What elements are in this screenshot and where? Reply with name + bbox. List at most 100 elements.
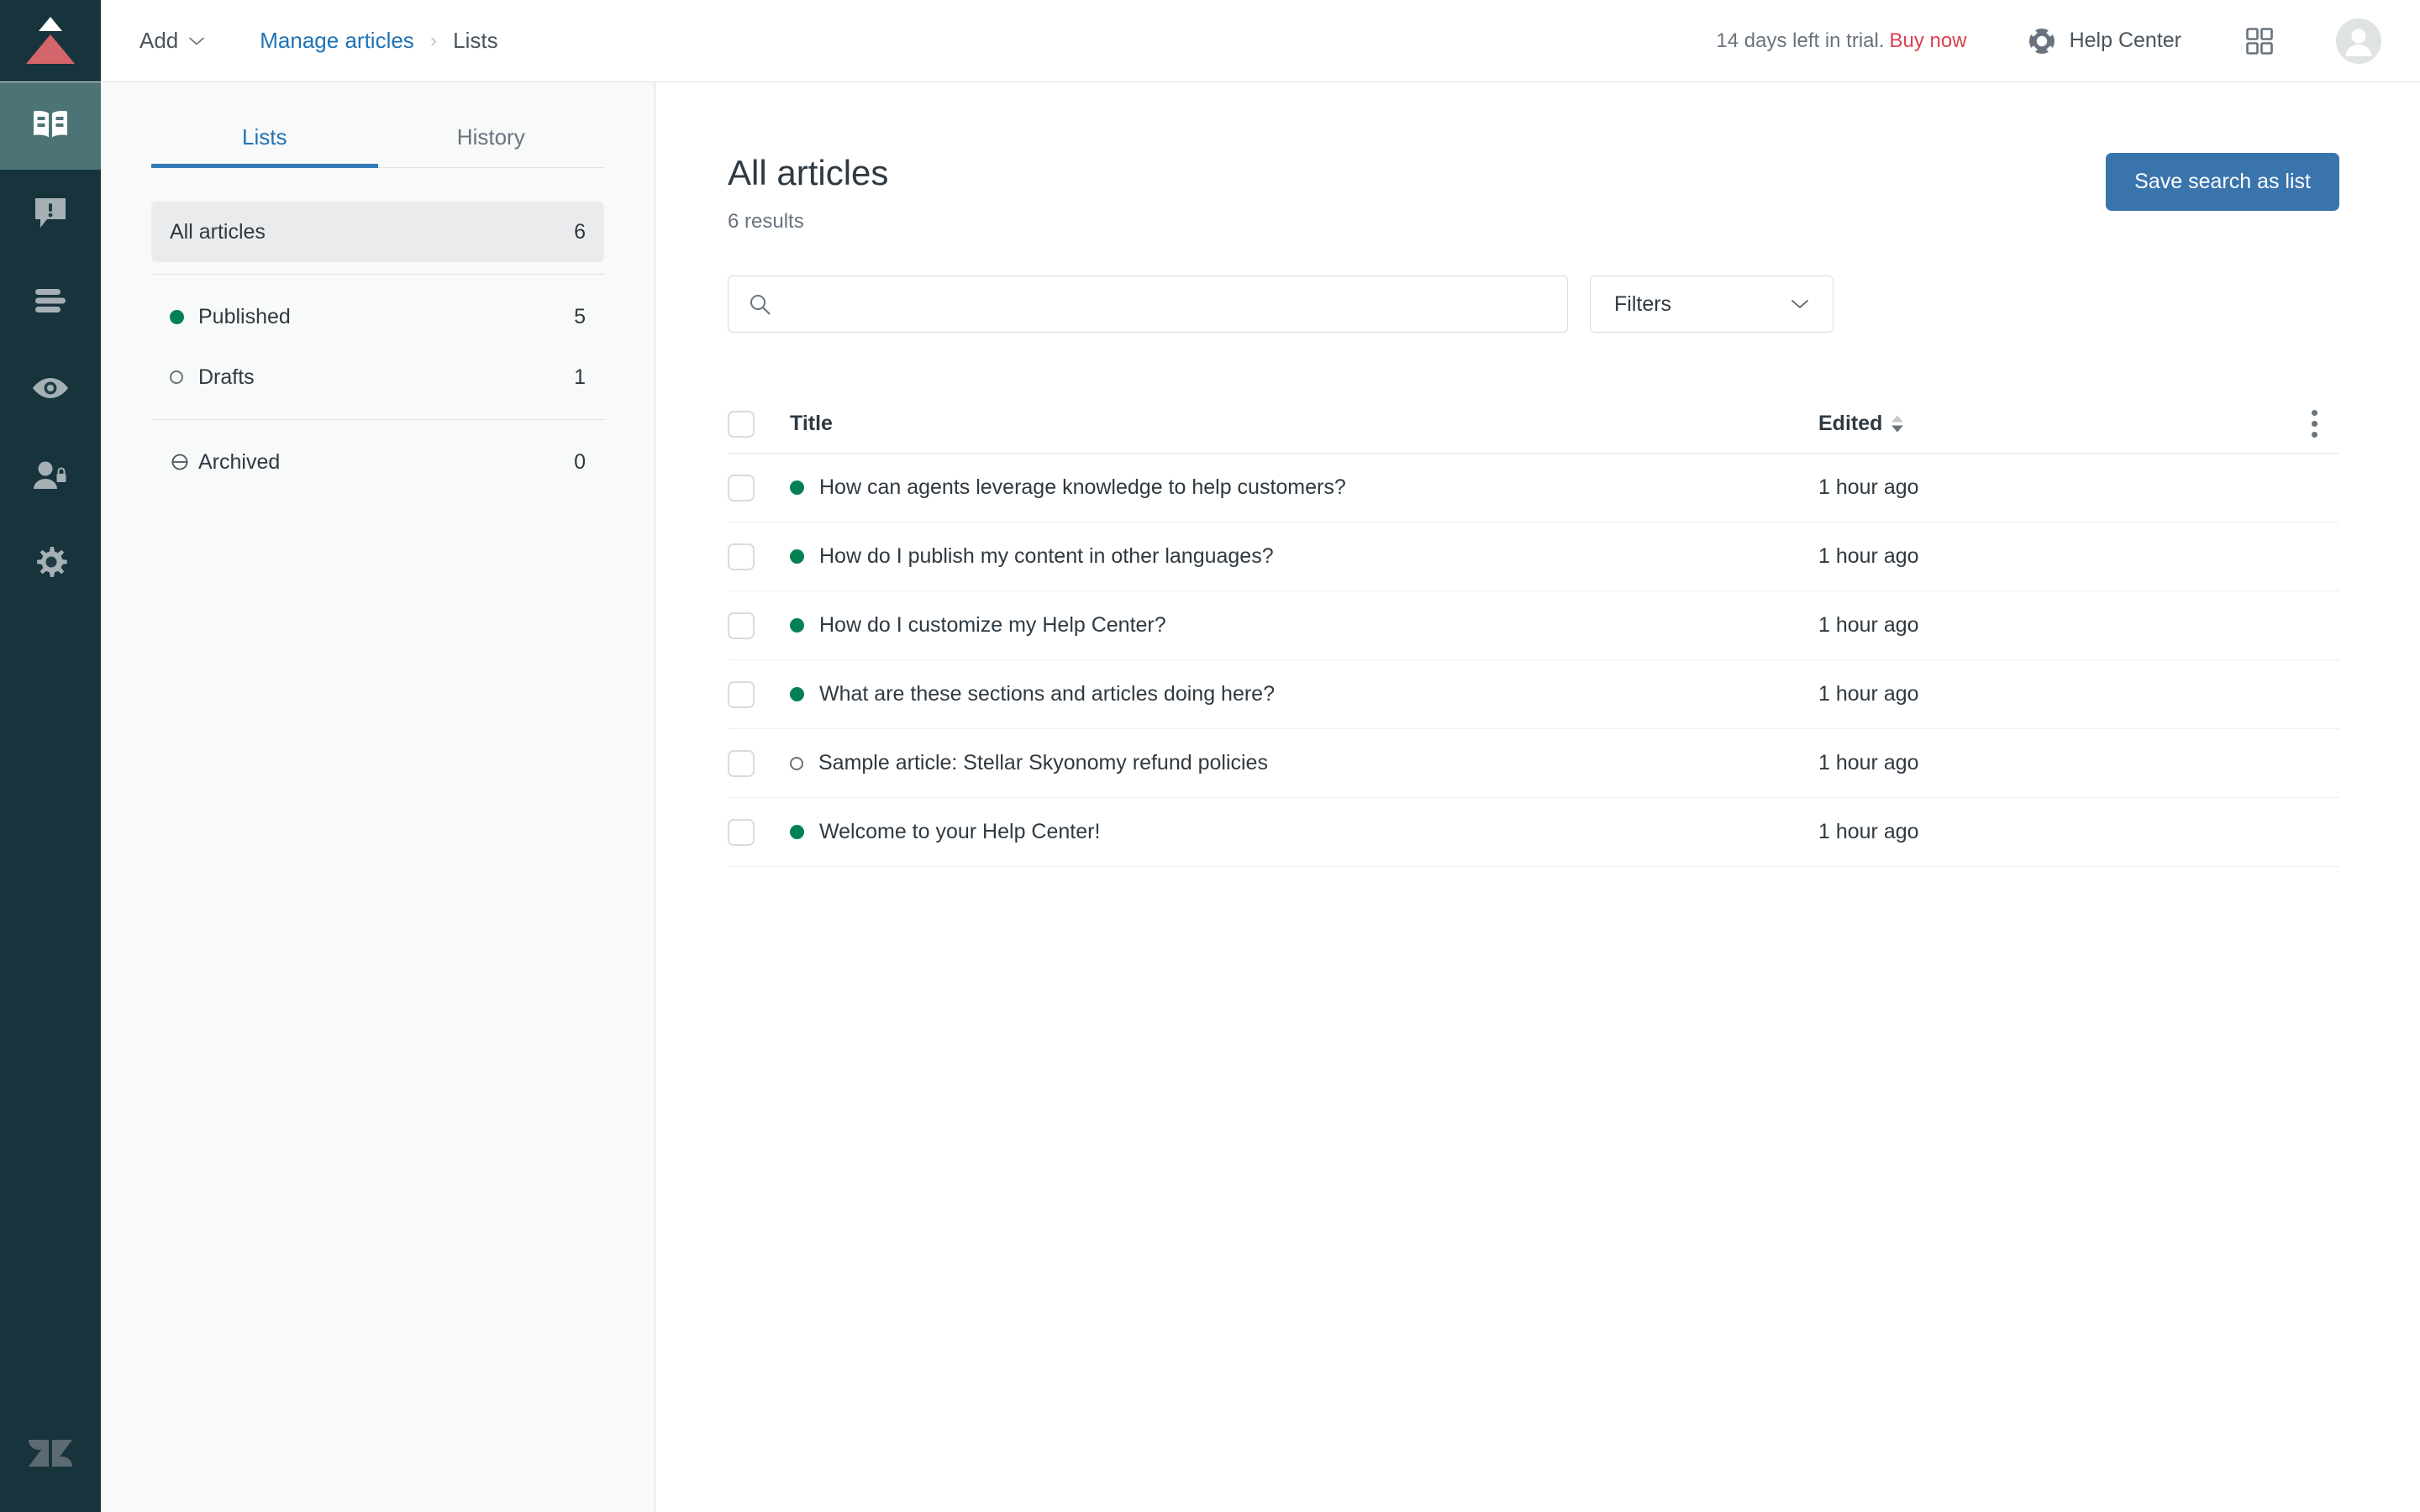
- app-body: Lists History All articles 6 Published 5: [0, 82, 2420, 1512]
- table-row[interactable]: Welcome to your Help Center! 1 hour ago: [728, 798, 2339, 868]
- kebab-menu-icon: [2311, 410, 2317, 438]
- trial-days-text: 14 days left in trial.: [1716, 29, 1885, 52]
- brand-logo-tile[interactable]: [0, 0, 101, 81]
- search-box[interactable]: [728, 276, 1568, 333]
- avatar[interactable]: [2336, 18, 2381, 64]
- main-header: All articles 6 results Save search as li…: [728, 153, 2339, 234]
- sidebar-list-published[interactable]: Published 5: [151, 286, 604, 347]
- row-select-cell: [728, 543, 790, 570]
- lists-divider-2: [151, 419, 604, 420]
- column-header-edited[interactable]: Edited: [1818, 412, 2289, 436]
- open-book-icon: [34, 111, 67, 138]
- row-title-cell[interactable]: Sample article: Stellar Skyonomy refund …: [790, 751, 1818, 775]
- article-edited-time: 1 hour ago: [1818, 544, 1919, 569]
- zendesk-guide-app: Add Manage articles › Lists 14 days left…: [0, 0, 2420, 1512]
- table-row[interactable]: What are these sections and articles doi…: [728, 660, 2339, 730]
- apps-grid-icon: [2246, 27, 2273, 55]
- eye-icon: [33, 378, 68, 398]
- row-checkbox[interactable]: [728, 680, 755, 708]
- sidebar-item-user-permissions[interactable]: [0, 432, 101, 519]
- sidebar-item-arrange-content[interactable]: [0, 257, 101, 344]
- apps-grid-button[interactable]: [2245, 27, 2274, 55]
- add-button[interactable]: Add: [136, 23, 208, 59]
- row-checkbox[interactable]: [728, 749, 755, 777]
- header-left-group: Add Manage articles › Lists: [101, 0, 498, 81]
- article-edited-time: 1 hour ago: [1818, 682, 1919, 706]
- sort-descending-arrow-icon: [1891, 425, 1904, 433]
- table-row[interactable]: How do I customize my Help Center? 1 hou…: [728, 591, 2339, 661]
- gear-icon: [37, 547, 67, 577]
- user-avatar-icon: [2345, 29, 2372, 56]
- trial-status: 14 days left in trial. Buy now: [1716, 29, 1966, 53]
- sidebar-item-knowledge[interactable]: [0, 82, 101, 170]
- article-title: How can agents leverage knowledge to hel…: [819, 475, 1346, 500]
- table-header-row: Title Edited: [728, 395, 2339, 454]
- buy-now-link[interactable]: Buy now: [1890, 29, 1967, 52]
- lists-primary-group: All articles 6: [151, 202, 604, 262]
- published-status-icon: [790, 480, 804, 496]
- main-content: All articles 6 results Save search as li…: [655, 82, 2420, 1512]
- row-edited-cell: 1 hour ago: [1818, 613, 2289, 638]
- table-options-button[interactable]: [2289, 410, 2339, 438]
- search-icon: [750, 294, 771, 315]
- published-status-icon: [790, 687, 804, 702]
- row-edited-cell: 1 hour ago: [1818, 820, 2289, 844]
- lists-sidebar-panel: Lists History All articles 6 Published 5: [101, 82, 655, 1512]
- list-item-label: Drafts: [198, 365, 255, 389]
- filters-label: Filters: [1614, 291, 1672, 316]
- lists-archive-group: Archived 0: [151, 432, 604, 492]
- list-item-count: 6: [574, 219, 586, 244]
- row-title-cell[interactable]: How do I customize my Help Center?: [790, 613, 1818, 638]
- row-title-cell[interactable]: Welcome to your Help Center!: [790, 820, 1818, 844]
- sidebar-item-announcements[interactable]: [0, 170, 101, 257]
- lists-panel-tabs: Lists History: [151, 106, 604, 168]
- sidebar-item-settings[interactable]: [0, 519, 101, 606]
- article-title: How do I customize my Help Center?: [819, 613, 1166, 638]
- save-search-as-list-button[interactable]: Save search as list: [2106, 153, 2339, 211]
- archive-circle-icon: [171, 454, 188, 470]
- table-row[interactable]: How do I publish my content in other lan…: [728, 522, 2339, 592]
- row-title-cell[interactable]: How can agents leverage knowledge to hel…: [790, 475, 1818, 500]
- row-checkbox[interactable]: [728, 474, 755, 501]
- column-header-edited-label: Edited: [1818, 412, 1883, 436]
- sidebar-list-all-articles[interactable]: All articles 6: [151, 202, 604, 262]
- row-checkbox[interactable]: [728, 543, 755, 570]
- breadcrumb-manage-articles-link[interactable]: Manage articles: [260, 28, 414, 54]
- articles-table: Title Edited How can agents leverage kno…: [728, 395, 2339, 868]
- sidebar-item-preview[interactable]: [0, 344, 101, 432]
- row-checkbox[interactable]: [728, 612, 755, 639]
- search-input[interactable]: [785, 291, 1547, 317]
- sort-arrows-icon[interactable]: [1891, 415, 1904, 433]
- table-row[interactable]: How can agents leverage knowledge to hel…: [728, 454, 2339, 523]
- alert-speech-bubble-icon: [35, 198, 66, 228]
- top-header-bar: Add Manage articles › Lists 14 days left…: [0, 0, 2420, 82]
- row-edited-cell: 1 hour ago: [1818, 475, 2289, 500]
- help-center-link[interactable]: Help Center: [2028, 27, 2181, 55]
- row-checkbox[interactable]: [728, 818, 755, 846]
- article-title: What are these sections and articles doi…: [819, 682, 1275, 706]
- lists-status-group: Published 5 Drafts 1: [151, 286, 604, 407]
- row-title-cell[interactable]: How do I publish my content in other lan…: [790, 544, 1818, 569]
- row-title-cell[interactable]: What are these sections and articles doi…: [790, 682, 1818, 706]
- row-edited-cell: 1 hour ago: [1818, 544, 2289, 569]
- list-lines-icon: [35, 289, 66, 312]
- row-select-cell: [728, 818, 790, 846]
- column-header-title[interactable]: Title: [790, 412, 1818, 436]
- sidebar-list-drafts[interactable]: Drafts 1: [151, 347, 604, 407]
- left-nav-rail: [0, 82, 101, 1512]
- row-select-cell: [728, 612, 790, 639]
- list-item-count: 1: [574, 365, 586, 389]
- list-item-count: 0: [574, 449, 586, 474]
- tab-history[interactable]: History: [378, 106, 605, 167]
- select-all-checkbox[interactable]: [728, 410, 755, 438]
- list-item-label: All articles: [170, 219, 266, 244]
- list-item-label: Archived: [198, 449, 281, 474]
- article-title: Welcome to your Help Center!: [819, 820, 1101, 844]
- tab-lists[interactable]: Lists: [151, 106, 378, 168]
- results-count: 6 results: [728, 210, 804, 234]
- filters-dropdown[interactable]: Filters: [1590, 276, 1833, 333]
- sidebar-list-archived[interactable]: Archived 0: [151, 432, 604, 492]
- published-status-icon: [790, 549, 804, 564]
- chevron-down-icon: [189, 37, 205, 45]
- table-row[interactable]: Sample article: Stellar Skyonomy refund …: [728, 729, 2339, 799]
